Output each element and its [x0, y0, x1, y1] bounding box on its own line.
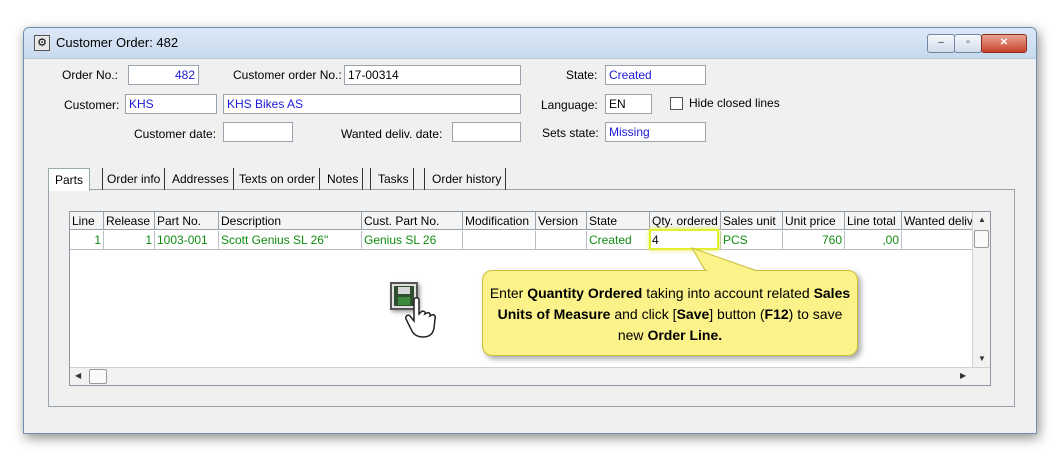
callout-bold: Save	[676, 306, 710, 322]
cell-unit-price[interactable]: 760	[783, 231, 845, 250]
scroll-up-icon[interactable]: ▲	[978, 215, 986, 224]
col-header-sales-unit[interactable]: Sales unit	[721, 212, 783, 230]
qty-ordered-highlight	[649, 229, 719, 250]
tab-notes[interactable]: Notes	[327, 168, 364, 190]
callout-text: Enter	[489, 285, 528, 301]
state-label: State:	[566, 68, 598, 82]
customer-name-field[interactable]: KHS Bikes AS	[223, 94, 521, 114]
tab-order-history[interactable]: Order history	[424, 168, 507, 190]
app-icon: ⚙	[34, 35, 50, 51]
col-header-version[interactable]: Version	[536, 212, 587, 230]
hide-closed-lines-checkbox[interactable]	[670, 97, 683, 110]
state-field[interactable]: Created	[605, 65, 706, 85]
minimize-button[interactable]: –	[927, 34, 955, 53]
cell-version[interactable]	[536, 231, 587, 250]
scroll-left-icon[interactable]: ◀	[75, 371, 81, 380]
language-field[interactable]: EN	[605, 94, 652, 114]
cell-release[interactable]: 1	[104, 231, 155, 250]
customer-date-label: Customer date:	[134, 127, 217, 141]
scroll-down-icon[interactable]: ▼	[978, 354, 986, 363]
col-header-state[interactable]: State	[587, 212, 650, 230]
col-header-unit-price[interactable]: Unit price	[783, 212, 845, 230]
tab-texts-on-order[interactable]: Texts on order	[239, 168, 321, 190]
cell-part-no[interactable]: 1003-001	[155, 231, 219, 250]
col-header-qty-ordered[interactable]: Qty. ordered	[650, 212, 721, 230]
callout-bold: F12	[764, 306, 789, 322]
tab-tasks[interactable]: Tasks	[370, 168, 414, 190]
sets-state-field[interactable]: Missing	[605, 122, 706, 142]
tab-order-info[interactable]: Order info	[102, 168, 166, 190]
horizontal-scroll-thumb[interactable]	[89, 369, 107, 384]
col-header-part-no[interactable]: Part No.	[155, 212, 219, 230]
customer-order-no-label: Customer order No.:	[233, 68, 342, 82]
callout-text: and click [	[610, 306, 677, 322]
col-header-line-total[interactable]: Line total	[845, 212, 902, 230]
callout-bold: Order Line.	[647, 327, 723, 343]
col-header-release[interactable]: Release	[104, 212, 155, 230]
maximize-button[interactable]: ▫	[954, 34, 982, 53]
order-no-field[interactable]: 482	[128, 65, 199, 85]
cell-state[interactable]: Created	[587, 231, 650, 250]
col-header-wanted-deliv[interactable]: Wanted deliv	[902, 212, 975, 230]
vertical-scroll-thumb[interactable]	[974, 230, 989, 248]
customer-code-field[interactable]: KHS	[125, 94, 217, 114]
customer-label: Customer:	[64, 98, 120, 112]
close-button[interactable]: ✕	[981, 34, 1027, 53]
callout-text: ] button (	[709, 306, 765, 322]
col-header-modification[interactable]: Modification	[463, 212, 536, 230]
cell-modification[interactable]	[463, 231, 536, 250]
cell-description[interactable]: Scott Genius SL 26"	[219, 231, 362, 250]
tab-addresses[interactable]: Addresses	[172, 168, 234, 190]
customer-date-field[interactable]	[223, 122, 293, 142]
callout-bold: Quantity Ordered	[527, 285, 643, 301]
cell-wanted-deliv[interactable]	[902, 231, 975, 250]
scroll-right-icon[interactable]: ▶	[960, 371, 966, 380]
cell-line-total[interactable]: ,00	[845, 231, 902, 250]
wanted-deliv-date-field[interactable]	[452, 122, 521, 142]
cell-sales-unit[interactable]: PCS	[721, 231, 783, 250]
col-header-cust-part-no[interactable]: Cust. Part No.	[362, 212, 463, 230]
callout-text: taking into account related	[642, 285, 814, 301]
col-header-line[interactable]: Line	[70, 212, 104, 230]
vertical-scrollbar[interactable]: ▲ ▼	[972, 212, 990, 369]
instruction-callout: Enter Quantity Ordered taking into accou…	[482, 270, 858, 356]
cell-cust-part-no[interactable]: Genius SL 26	[362, 231, 463, 250]
col-header-description[interactable]: Description	[219, 212, 362, 230]
customer-order-no-field[interactable]: 17-00314	[344, 65, 521, 85]
window-title: Customer Order: 482	[56, 35, 179, 50]
cell-line[interactable]: 1	[70, 231, 104, 250]
order-no-label: Order No.:	[62, 68, 119, 82]
hide-closed-lines-label: Hide closed lines	[689, 96, 780, 110]
language-label: Language:	[541, 98, 598, 112]
horizontal-scrollbar[interactable]: ◀ ▶	[70, 367, 990, 385]
wanted-deliv-date-label: Wanted deliv. date:	[341, 127, 443, 141]
sets-state-label: Sets state:	[542, 126, 599, 140]
hand-pointer-icon	[405, 297, 436, 338]
title-bar: ⚙ Customer Order: 482 – ▫ ✕	[24, 28, 1036, 59]
tab-parts[interactable]: Parts	[48, 168, 91, 191]
